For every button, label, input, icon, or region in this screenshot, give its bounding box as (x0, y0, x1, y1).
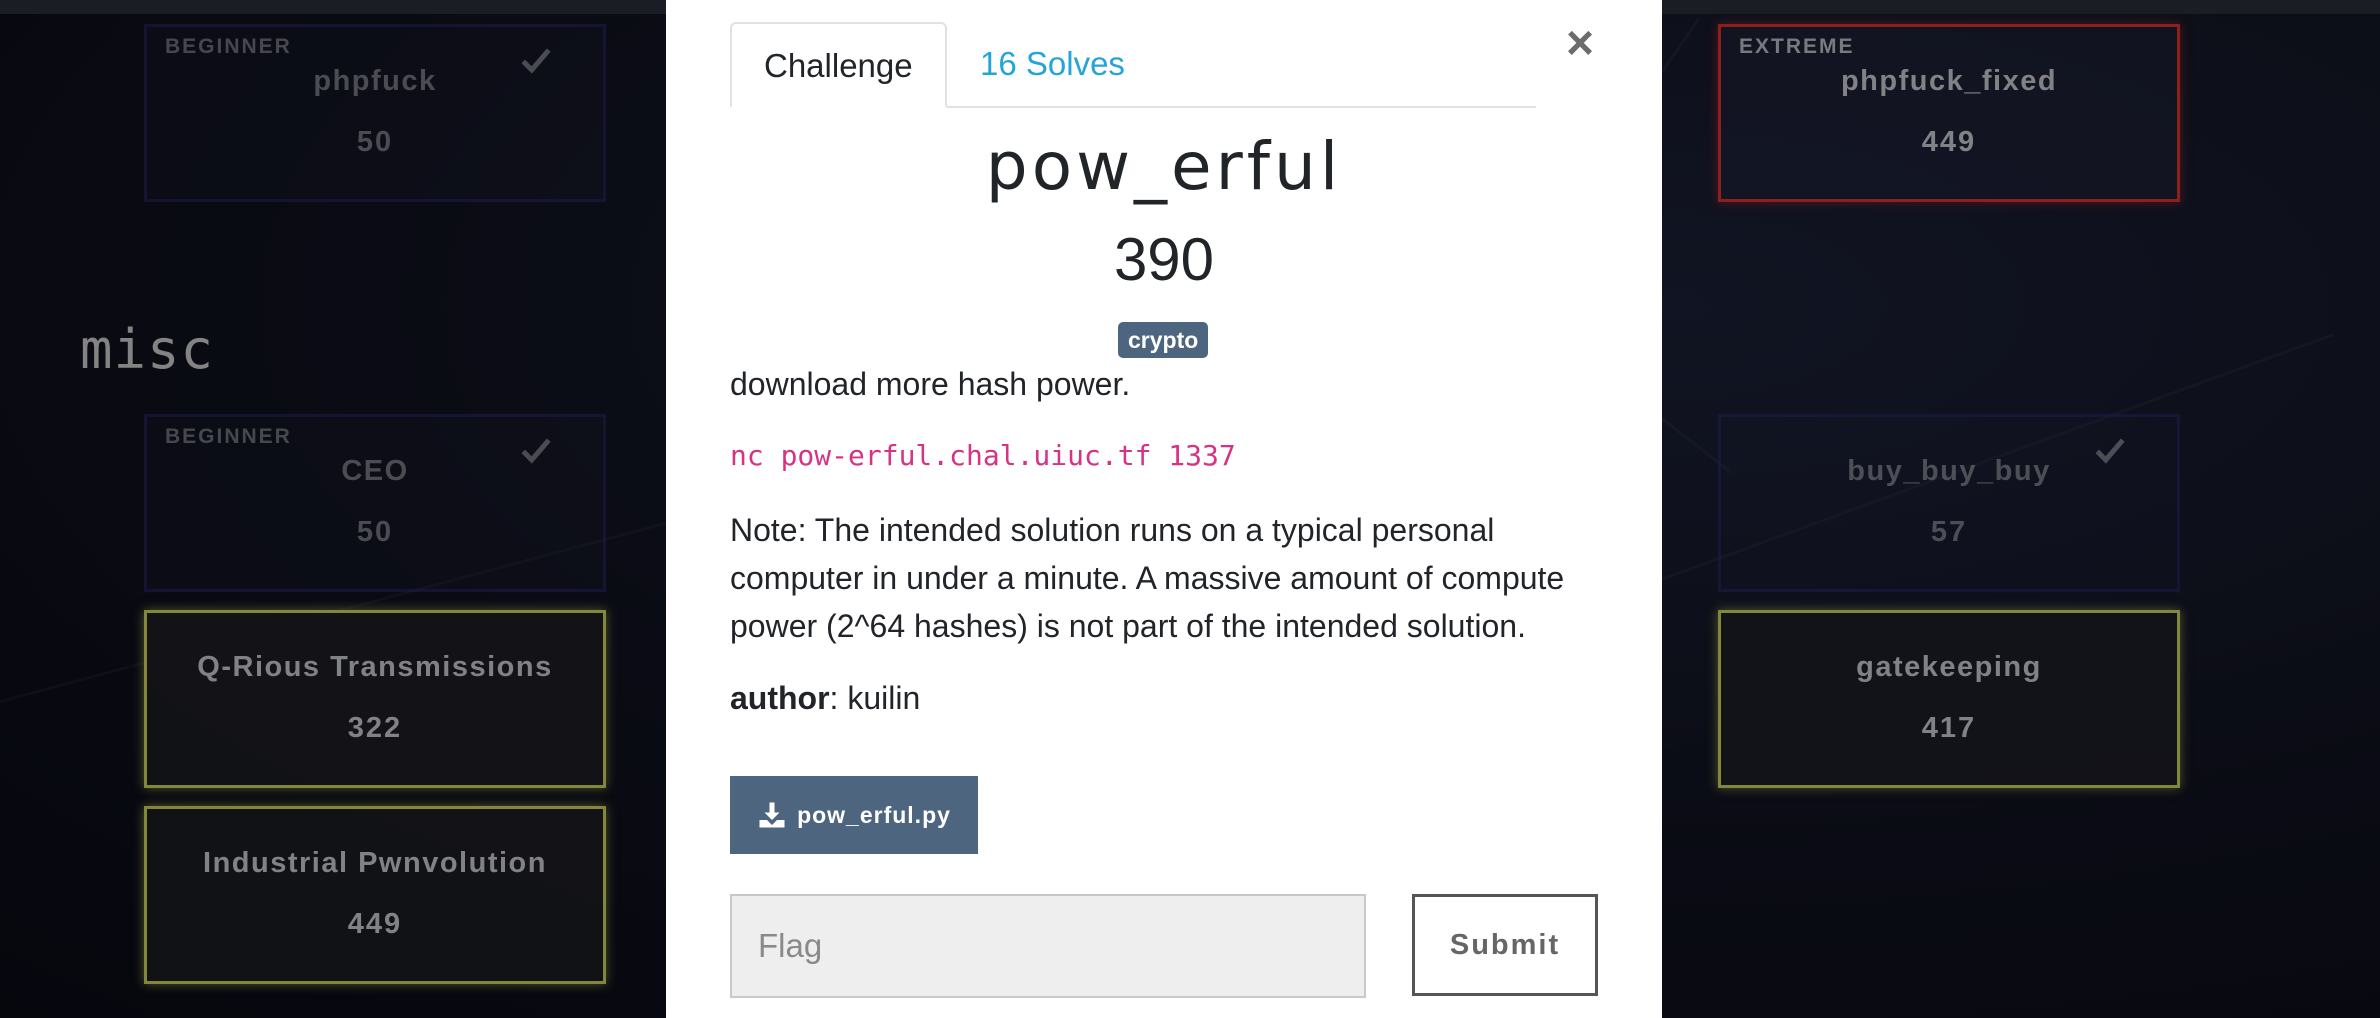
file-name: pow_erful.py (797, 801, 951, 828)
modal-tabs: Challenge 16 Solves (730, 22, 1536, 108)
challenge-modal: Challenge 16 Solves × pow_erful 390 cryp… (666, 0, 1662, 1018)
close-icon[interactable]: × (1566, 20, 1594, 68)
author-line: author: kuilin (730, 674, 1590, 722)
tab-challenge[interactable]: Challenge (730, 22, 947, 108)
challenge-value: 390 (1113, 226, 1215, 293)
submit-button[interactable]: Submit (1412, 894, 1598, 996)
challenge-title: pow_erful (985, 128, 1343, 205)
tab-solves[interactable]: 16 Solves (948, 22, 1157, 106)
download-file-button[interactable]: pow_erful.py (730, 776, 978, 854)
description-note: Note: The intended solution runs on a ty… (730, 512, 1565, 644)
category-tag: crypto (1118, 322, 1209, 358)
author-label: author (730, 680, 830, 716)
author-value: : kuilin (829, 680, 921, 716)
flag-input[interactable]: Flag (730, 894, 1366, 998)
description-text: download more hash power. (730, 366, 1131, 402)
connection-command: nc pow-erful.chal.uiuc.tf 1337 (730, 439, 1236, 472)
challenge-description: download more hash power. nc pow-erful.c… (730, 360, 1590, 746)
download-icon (759, 802, 785, 828)
